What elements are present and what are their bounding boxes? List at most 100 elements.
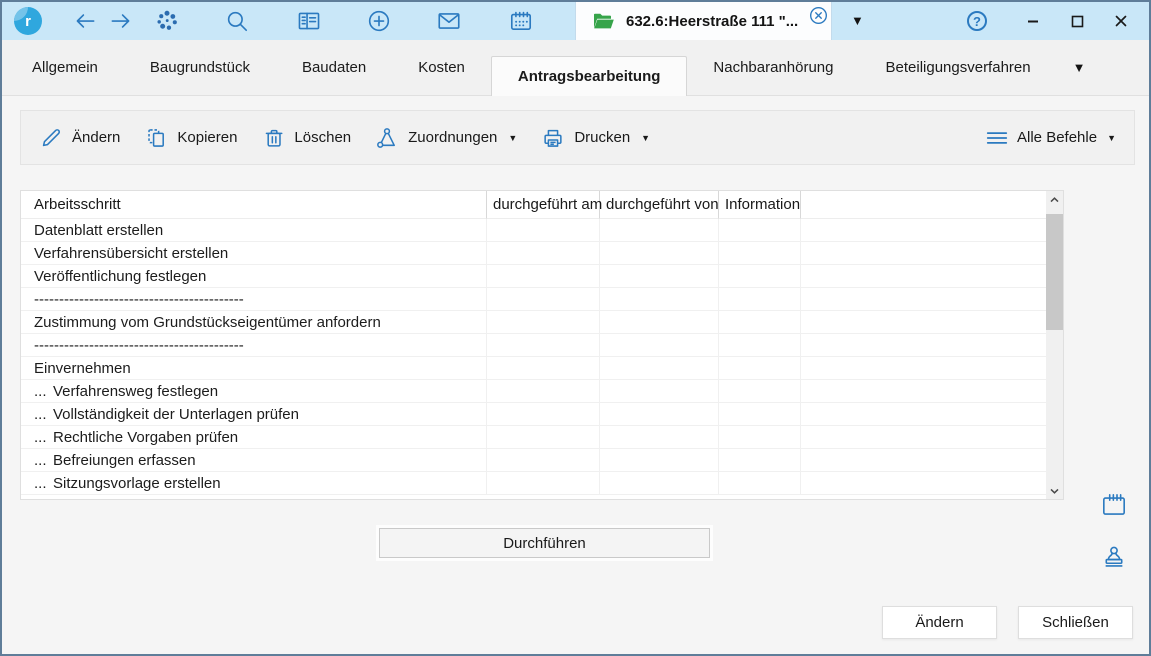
folder-icon <box>592 11 616 32</box>
cell-information <box>719 449 801 472</box>
cell-durchgefuehrt-am <box>487 242 600 265</box>
document-tab[interactable]: 632.6:Heerstraße 111 "... <box>575 2 832 41</box>
cell-arbeitsschritt: ...Verfahrensweg festlegen <box>21 380 487 403</box>
search-icon[interactable] <box>224 8 250 34</box>
cell-durchgefuehrt-von <box>600 472 719 495</box>
maximize-icon[interactable] <box>1055 2 1099 40</box>
tab-list: AllgemeinBaugrundstückBaudatenKostenAntr… <box>6 40 1057 95</box>
table-header: Arbeitsschritt durchgeführt am durchgefü… <box>21 191 1046 219</box>
titlebar: r <box>2 2 1149 40</box>
cell-arbeitsschritt: ...Sitzungsvorlage erstellen <box>21 472 487 495</box>
table-row[interactable]: Einvernehmen <box>21 357 1046 380</box>
cell-durchgefuehrt-am <box>487 311 600 334</box>
drucken-button[interactable]: Drucken ▼ <box>541 126 650 150</box>
cell-durchgefuehrt-von <box>600 403 719 426</box>
cell-information <box>719 334 801 357</box>
dropdown-caret-icon: ▼ <box>508 133 517 143</box>
table-row[interactable]: ----------------------------------------… <box>21 288 1046 311</box>
hamburger-icon <box>985 126 1009 150</box>
cell-information <box>719 403 801 426</box>
cell-durchgefuehrt-von <box>600 426 719 449</box>
scroll-down-icon[interactable] <box>1046 482 1063 499</box>
scrollbar-thumb[interactable] <box>1046 214 1063 330</box>
loeschen-button[interactable]: Löschen <box>261 126 351 150</box>
cell-information <box>719 380 801 403</box>
close-icon[interactable] <box>1099 2 1143 40</box>
tab-overflow-icon[interactable]: ▼ <box>1073 60 1086 75</box>
tab-kosten[interactable]: Kosten <box>392 40 491 95</box>
minimize-icon[interactable] <box>1011 2 1055 40</box>
cell-filler <box>801 380 1046 403</box>
cell-arbeitsschritt: Veröffentlichung festlegen <box>21 265 487 288</box>
col-filler <box>801 191 1046 219</box>
col-durchgefuehrt-am[interactable]: durchgeführt am <box>487 191 600 219</box>
cell-information <box>719 472 801 495</box>
help-icon[interactable]: ? <box>967 11 987 31</box>
back-arrow-icon[interactable] <box>72 8 98 34</box>
cell-filler <box>801 219 1046 242</box>
cell-information <box>719 265 801 288</box>
col-arbeitsschritt[interactable]: Arbeitsschritt <box>21 191 487 219</box>
cell-filler <box>801 472 1046 495</box>
tab-strip: AllgemeinBaugrundstückBaudatenKostenAntr… <box>2 40 1149 96</box>
table-row[interactable]: ...Rechtliche Vorgaben prüfen <box>21 426 1046 449</box>
table-row[interactable]: Verfahrensübersicht erstellen <box>21 242 1046 265</box>
alle-befehle-button[interactable]: Alle Befehle ▼ <box>985 126 1116 150</box>
trash-icon <box>261 126 285 150</box>
cell-information <box>719 357 801 380</box>
aendern-button[interactable]: Ändern <box>39 126 120 150</box>
schliessen-button[interactable]: Schließen <box>1018 606 1133 639</box>
app-cluster-icon[interactable] <box>154 8 180 34</box>
tab-baudaten[interactable]: Baudaten <box>276 40 392 95</box>
cell-durchgefuehrt-von <box>600 357 719 380</box>
tab-beteiligungsverfahren[interactable]: Beteiligungsverfahren <box>860 40 1057 95</box>
table-row[interactable]: ----------------------------------------… <box>21 334 1046 357</box>
zuordnungen-button[interactable]: Zuordnungen ▼ <box>375 126 517 150</box>
cell-filler <box>801 334 1046 357</box>
add-icon[interactable] <box>366 8 392 34</box>
col-information[interactable]: Information <box>719 191 801 219</box>
tab-antragsbearbeitung[interactable]: Antragsbearbeitung <box>491 56 688 96</box>
pencil-icon <box>39 126 63 150</box>
table-row[interactable]: ...Vollständigkeit der Unterlagen prüfen <box>21 403 1046 426</box>
tab-nachbaranhörung[interactable]: Nachbaranhörung <box>687 40 859 95</box>
dropdown-caret-icon: ▼ <box>641 133 650 143</box>
table-row[interactable]: Zustimmung vom Grundstückseigentümer anf… <box>21 311 1046 334</box>
scroll-up-icon[interactable] <box>1046 191 1063 208</box>
cell-durchgefuehrt-am <box>487 449 600 472</box>
cell-arbeitsschritt: ...Befreiungen erfassen <box>21 449 487 472</box>
stamp-icon[interactable] <box>1099 543 1129 573</box>
table-row[interactable]: Datenblatt erstellen <box>21 219 1046 242</box>
tab-baugrundstück[interactable]: Baugrundstück <box>124 40 276 95</box>
app-window: r <box>0 0 1151 656</box>
table-row[interactable]: ...Befreiungen erfassen <box>21 449 1046 472</box>
assignments-icon <box>375 126 399 150</box>
aendern-footer-button[interactable]: Ändern <box>882 606 997 639</box>
mail-icon[interactable] <box>436 8 462 34</box>
table-row[interactable]: Veröffentlichung festlegen <box>21 265 1046 288</box>
printer-icon <box>541 126 565 150</box>
table-row[interactable]: ...Sitzungsvorlage erstellen <box>21 472 1046 495</box>
kopieren-button[interactable]: Kopieren <box>144 126 237 150</box>
tab-allgemein[interactable]: Allgemein <box>6 40 124 95</box>
calendar-icon[interactable] <box>508 8 534 34</box>
forward-arrow-icon[interactable] <box>108 8 134 34</box>
cell-arbeitsschritt: ----------------------------------------… <box>21 288 487 311</box>
durchfuehren-button[interactable]: Durchführen <box>379 528 710 558</box>
table-row[interactable]: ...Verfahrensweg festlegen <box>21 380 1046 403</box>
index-card-icon[interactable] <box>296 8 322 34</box>
cell-filler <box>801 265 1046 288</box>
tab-close-icon[interactable] <box>808 5 828 25</box>
vertical-scrollbar[interactable] <box>1046 191 1063 499</box>
cell-durchgefuehrt-von <box>600 265 719 288</box>
col-durchgefuehrt-von[interactable]: durchgeführt von <box>600 191 719 219</box>
copy-icon <box>144 126 168 150</box>
titlebar-dropdown-icon[interactable]: ▼ <box>851 13 864 28</box>
cell-durchgefuehrt-am <box>487 403 600 426</box>
dropdown-caret-icon: ▼ <box>1107 133 1116 143</box>
cell-arbeitsschritt: Zustimmung vom Grundstückseigentümer anf… <box>21 311 487 334</box>
notes-icon[interactable] <box>1099 490 1129 520</box>
cell-durchgefuehrt-von <box>600 242 719 265</box>
cell-filler <box>801 311 1046 334</box>
toolbar: Ändern Kopieren Löschen Zuordnungen ▼ <box>20 110 1135 165</box>
